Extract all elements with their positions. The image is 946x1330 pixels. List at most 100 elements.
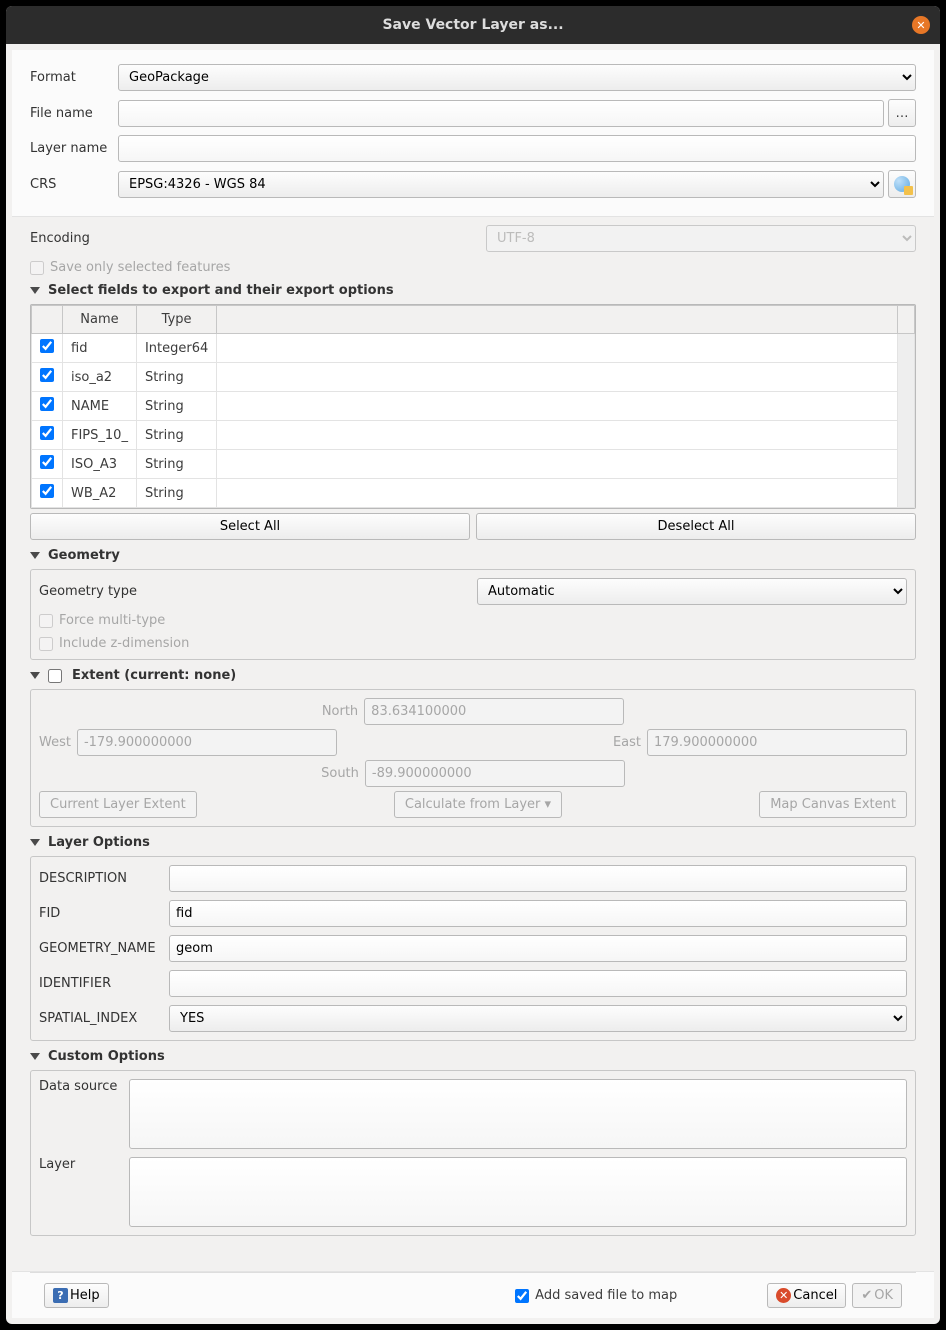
table-row[interactable]: iso_a2String: [32, 363, 915, 392]
field-checkbox[interactable]: [40, 397, 54, 411]
current-layer-extent-button: Current Layer Extent: [39, 791, 197, 818]
north-label: North: [322, 704, 358, 719]
browse-icon: …: [896, 106, 909, 121]
field-name: fid: [63, 334, 137, 363]
north-input: [364, 698, 624, 725]
table-row[interactable]: NAMEString: [32, 392, 915, 421]
fields-collapser[interactable]: Select fields to export and their export…: [30, 283, 916, 298]
south-label: South: [321, 766, 359, 781]
fid-input[interactable]: [169, 900, 907, 927]
help-button[interactable]: ?Help: [44, 1283, 109, 1308]
fid-label: FID: [39, 906, 169, 921]
spatial-index-label: SPATIAL_INDEX: [39, 1011, 169, 1026]
layer-options-collapser[interactable]: Layer Options: [30, 835, 916, 850]
fields-title: Select fields to export and their export…: [48, 283, 394, 298]
description-label: DESCRIPTION: [39, 871, 169, 886]
east-label: East: [613, 735, 641, 750]
layer-textarea[interactable]: [129, 1157, 907, 1227]
encoding-select[interactable]: UTF-8: [486, 225, 916, 252]
field-type: String: [136, 450, 216, 479]
save-only-selected-checkbox: [30, 261, 44, 275]
format-select[interactable]: GeoPackage: [118, 64, 916, 91]
window-title: Save Vector Layer as...: [382, 17, 563, 33]
west-input: [77, 729, 337, 756]
chevron-down-icon: [30, 1053, 40, 1060]
filename-input[interactable]: [118, 100, 884, 127]
chevron-down-icon: [30, 672, 40, 679]
geometry-type-select[interactable]: Automatic: [477, 578, 907, 605]
force-multi-label: Force multi-type: [59, 613, 165, 628]
field-type: String: [136, 479, 216, 508]
identifier-label: IDENTIFIER: [39, 976, 169, 991]
description-input[interactable]: [169, 865, 907, 892]
dropdown-icon: ▾: [545, 797, 552, 812]
type-header[interactable]: Type: [136, 306, 216, 334]
help-icon: ?: [53, 1288, 68, 1303]
cancel-icon: ✕: [776, 1288, 791, 1303]
include-z-label: Include z-dimension: [59, 636, 189, 651]
layername-label: Layer name: [30, 141, 118, 156]
field-checkbox[interactable]: [40, 339, 54, 353]
add-to-map-label: Add saved file to map: [535, 1288, 677, 1303]
custom-options-collapser[interactable]: Custom Options: [30, 1049, 916, 1064]
custom-options-title: Custom Options: [48, 1049, 165, 1064]
fields-table: Name Type fidInteger64iso_a2StringNAMESt…: [31, 305, 915, 508]
cancel-button[interactable]: ✕Cancel: [767, 1283, 846, 1308]
data-source-label: Data source: [39, 1079, 129, 1094]
field-name: ISO_A3: [63, 450, 137, 479]
crs-label: CRS: [30, 177, 118, 192]
geometry-collapser[interactable]: Geometry: [30, 548, 916, 563]
geometry-name-label: GEOMETRY_NAME: [39, 941, 169, 956]
table-row[interactable]: fidInteger64: [32, 334, 915, 363]
crs-select[interactable]: EPSG:4326 - WGS 84: [118, 171, 884, 198]
encoding-label: Encoding: [30, 231, 486, 246]
field-name: iso_a2: [63, 363, 137, 392]
select-all-button[interactable]: Select All: [30, 513, 470, 540]
ok-button: ✔OK: [852, 1283, 902, 1308]
extent-enable-checkbox[interactable]: [48, 669, 62, 683]
chevron-down-icon: [30, 287, 40, 294]
scrollbar[interactable]: [898, 334, 915, 508]
deselect-all-button[interactable]: Deselect All: [476, 513, 916, 540]
save-only-selected-label: Save only selected features: [50, 260, 230, 275]
ok-icon: ✔: [861, 1288, 872, 1303]
filename-label: File name: [30, 106, 118, 121]
layer-options-title: Layer Options: [48, 835, 150, 850]
geometry-name-input[interactable]: [169, 935, 907, 962]
close-icon: ✕: [916, 19, 925, 32]
calculate-from-layer-button: Calculate from Layer ▾: [394, 791, 562, 818]
field-checkbox[interactable]: [40, 368, 54, 382]
south-input: [365, 760, 625, 787]
field-type: String: [136, 392, 216, 421]
chevron-down-icon: [30, 839, 40, 846]
name-header[interactable]: Name: [63, 306, 137, 334]
layername-input[interactable]: [118, 135, 916, 162]
close-button[interactable]: ✕: [912, 16, 930, 34]
map-canvas-extent-button: Map Canvas Extent: [759, 791, 907, 818]
field-type: String: [136, 363, 216, 392]
format-label: Format: [30, 70, 118, 85]
crs-picker-button[interactable]: [888, 170, 916, 198]
spatial-index-select[interactable]: YES: [169, 1005, 907, 1032]
field-name: WB_A2: [63, 479, 137, 508]
field-checkbox[interactable]: [40, 455, 54, 469]
extent-collapser[interactable]: Extent (current: none): [30, 668, 916, 683]
table-row[interactable]: FIPS_10_String: [32, 421, 915, 450]
geometry-type-label: Geometry type: [39, 584, 477, 599]
browse-button[interactable]: …: [888, 99, 916, 127]
field-checkbox[interactable]: [40, 426, 54, 440]
field-checkbox[interactable]: [40, 484, 54, 498]
west-label: West: [39, 735, 71, 750]
globe-icon: [894, 176, 910, 192]
data-source-textarea[interactable]: [129, 1079, 907, 1149]
add-to-map-checkbox[interactable]: [515, 1289, 529, 1303]
table-row[interactable]: WB_A2String: [32, 479, 915, 508]
table-row[interactable]: ISO_A3String: [32, 450, 915, 479]
identifier-input[interactable]: [169, 970, 907, 997]
geometry-title: Geometry: [48, 548, 120, 563]
layer-label: Layer: [39, 1157, 129, 1172]
chevron-down-icon: [30, 552, 40, 559]
field-name: FIPS_10_: [63, 421, 137, 450]
titlebar: Save Vector Layer as... ✕: [6, 6, 940, 44]
field-type: String: [136, 421, 216, 450]
